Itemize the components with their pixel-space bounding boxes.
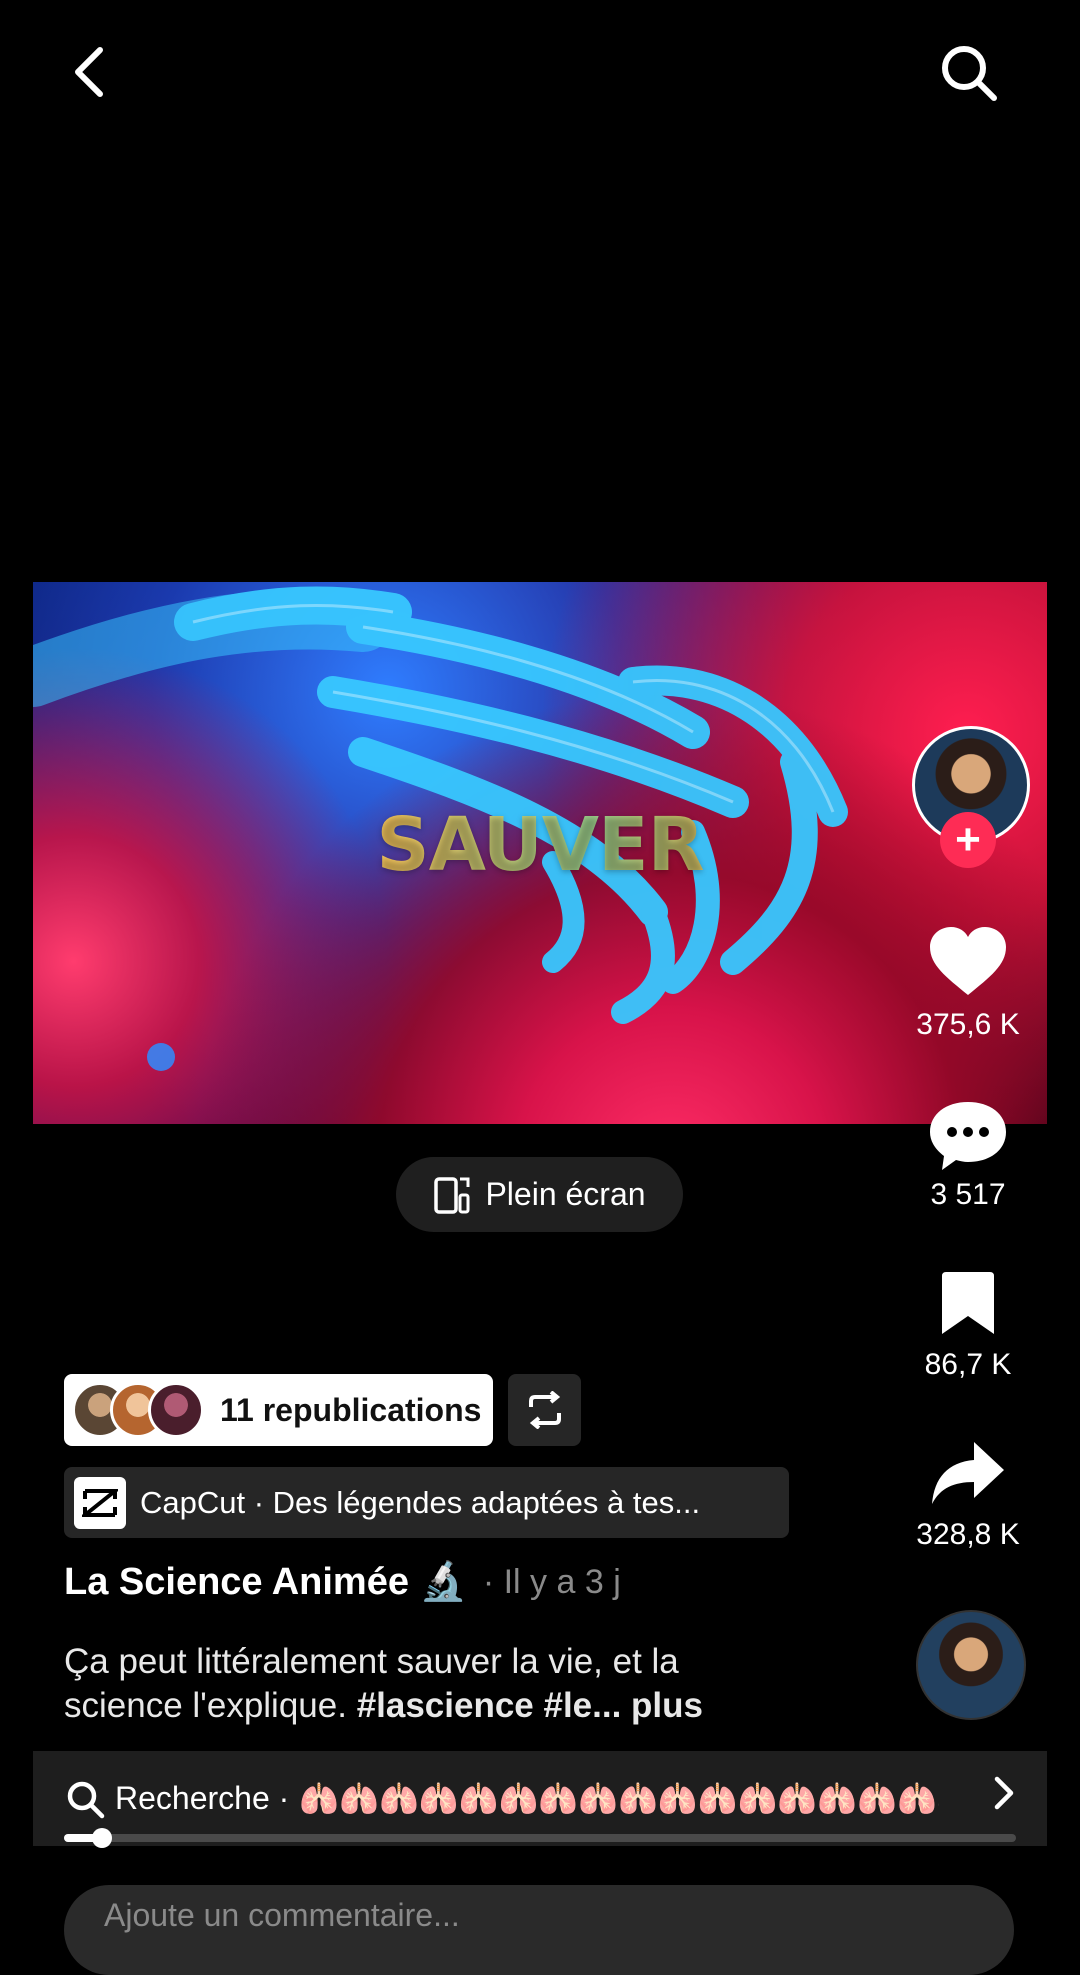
related-search-bar[interactable]: Recherche · 🫁🫁🫁🫁🫁🫁🫁🫁🫁🫁🫁🫁🫁🫁🫁🫁🫁🫁🫁🫁🫁... <box>33 1751 1047 1846</box>
repost-icon <box>528 1391 561 1429</box>
follow-button[interactable]: + <box>940 812 996 868</box>
caption-more-link[interactable]: plus <box>621 1686 703 1725</box>
video-overlay-title: SAUVER <box>33 802 1047 888</box>
save-count: 86,7 K <box>924 1348 1012 1381</box>
repost-button[interactable] <box>508 1374 581 1446</box>
heart-icon <box>930 927 1006 995</box>
save-button[interactable] <box>938 1270 998 1341</box>
like-count: 375,6 K <box>916 1008 1020 1041</box>
post-time: · Il y a 3 j <box>482 1562 621 1601</box>
caption-hashtags[interactable]: #lascience #le... <box>357 1686 622 1725</box>
comment-bubble-icon <box>930 1102 1006 1170</box>
back-button[interactable] <box>70 42 110 102</box>
music-disc-avatar[interactable] <box>916 1610 1026 1720</box>
comment-count: 3 517 <box>930 1178 1006 1211</box>
video-progress-thumb[interactable] <box>92 1828 113 1848</box>
republications-pill[interactable]: 11 republications <box>64 1374 493 1446</box>
avatar <box>148 1382 204 1438</box>
search-icon <box>942 46 997 101</box>
fullscreen-button[interactable]: Plein écran <box>396 1157 683 1232</box>
share-arrow-icon <box>932 1442 1004 1504</box>
comment-input[interactable]: Ajoute un commentaire... <box>64 1885 1014 1975</box>
fullscreen-rotate-icon <box>434 1176 470 1214</box>
chevron-left-icon <box>75 47 103 97</box>
capcut-label: CapCut · Des légendes adaptées à tes... <box>140 1484 701 1520</box>
republications-label: 11 republications <box>220 1391 482 1428</box>
bookmark-icon <box>942 1272 994 1334</box>
fullscreen-label: Plein écran <box>485 1176 646 1212</box>
capcut-logo-icon <box>74 1476 126 1529</box>
like-button[interactable] <box>928 925 1008 1002</box>
video-player[interactable]: SAUVER <box>33 582 1047 1124</box>
search-icon <box>67 1781 105 1818</box>
capcut-banner[interactable]: CapCut · Des légendes adaptées à tes... <box>64 1467 789 1538</box>
search-button[interactable] <box>938 42 1000 104</box>
republisher-avatars <box>72 1382 204 1438</box>
share-button[interactable] <box>930 1440 1006 1511</box>
chevron-right-icon <box>994 1776 1014 1810</box>
related-search-query: 🫁🫁🫁🫁🫁🫁🫁🫁🫁🫁🫁🫁🫁🫁🫁🫁🫁🫁🫁🫁🫁... <box>299 1780 939 1817</box>
comment-button[interactable] <box>928 1098 1008 1177</box>
caption[interactable]: Ça peut littéralement sauver la vie, et … <box>64 1640 804 1728</box>
author-row: La Science Animée 🔬 · Il y a 3 j <box>64 1560 621 1604</box>
share-count: 328,8 K <box>916 1518 1020 1551</box>
related-search-label: Recherche · <box>115 1780 290 1816</box>
video-progress-bar[interactable] <box>64 1828 1016 1848</box>
author-name[interactable]: La Science Animée 🔬 <box>64 1560 467 1604</box>
